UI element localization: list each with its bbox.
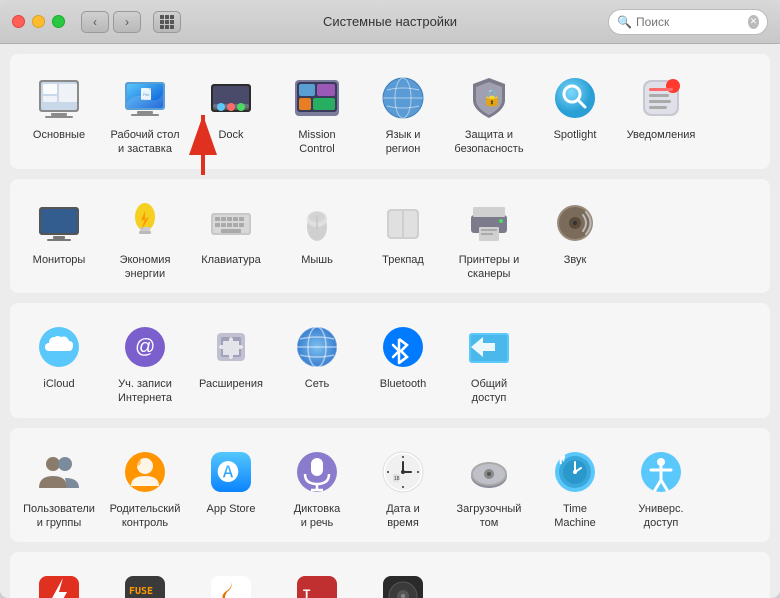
icon-item-datetime[interactable]: 18 Дата ивремя: [362, 440, 444, 535]
back-button[interactable]: ‹: [81, 11, 109, 33]
icon-label-datetime: Дата ивремя: [386, 502, 420, 531]
icon-item-sound[interactable]: Звук: [534, 191, 616, 286]
svg-text:FUSE: FUSE: [129, 586, 153, 597]
section1-grid: Основные: [18, 66, 762, 161]
section-personal: Основные: [10, 54, 770, 169]
icon-item-bluetooth[interactable]: Bluetooth: [362, 315, 444, 410]
icon-label-startup: Загрузочныйтом: [457, 502, 522, 531]
icon-item-osnovy[interactable]: Основные: [18, 66, 100, 161]
icon-label-dictation: Диктовкаи речь: [294, 502, 341, 531]
section3-grid: iCloud @ Уч. записиИнтернета: [18, 315, 762, 410]
icon-label-notifications: Уведомления: [627, 128, 696, 142]
icon-label-dock: Dock: [218, 128, 243, 142]
icon-item-trackpad[interactable]: Трекпад: [362, 191, 444, 286]
search-input[interactable]: [636, 15, 748, 29]
icon-item-timemachine[interactable]: TimeMachine: [534, 440, 616, 535]
icon-label-appstore: App Store: [207, 502, 256, 516]
icon-item-energy[interactable]: Экономияэнергии: [104, 191, 186, 286]
icon-item-startup[interactable]: Загрузочныйтом: [448, 440, 530, 535]
icon-item-dock[interactable]: Dock: [190, 66, 272, 161]
icon-item-appstore[interactable]: 🅐 App Store: [190, 440, 272, 535]
icon-item-printers[interactable]: Принтеры исканеры: [448, 191, 530, 286]
svg-text:@: @: [135, 336, 155, 358]
icon-item-tuxera[interactable]: T NTFS Tuxera NTFS: [276, 564, 358, 598]
grid-button[interactable]: [153, 11, 181, 33]
icon-item-parental[interactable]: Родительскийконтроль: [104, 440, 186, 535]
icon-item-monitors[interactable]: Мониторы: [18, 191, 100, 286]
icon-label-energy: Экономияэнергии: [120, 253, 171, 282]
icon-item-users[interactable]: Пользователии группы: [18, 440, 100, 535]
icon-label-bluetooth: Bluetooth: [380, 377, 426, 391]
section-hardware: Мониторы Экономияэнергии: [10, 179, 770, 294]
icon-item-dictation[interactable]: Диктовкаи речь: [276, 440, 358, 535]
svg-text:🅐: 🅐: [217, 460, 239, 485]
icon-item-language[interactable]: Язык ирегион: [362, 66, 444, 161]
search-clear-button[interactable]: ✕: [748, 15, 759, 29]
icon-label-printers: Принтеры исканеры: [459, 253, 520, 282]
icon-label-parental: Родительскийконтроль: [110, 502, 181, 531]
icon-item-extensions[interactable]: Расширения: [190, 315, 272, 410]
icon-label-monitors: Мониторы: [33, 253, 86, 267]
icon-item-vox[interactable]: VOX Vox: [362, 564, 444, 598]
svg-text:T: T: [303, 587, 311, 598]
icon-item-security[interactable]: 🔒 Защита ибезопасность: [448, 66, 530, 161]
icon-label-accounts: Уч. записиИнтернета: [118, 377, 172, 406]
svg-text:File: File: [143, 92, 150, 97]
icon-item-notifications[interactable]: Уведомления: [620, 66, 702, 161]
icon-label-trackpad: Трекпад: [382, 253, 424, 267]
icon-item-sharing[interactable]: Общийдоступ: [448, 315, 530, 410]
icon-item-flash[interactable]: Flash Player: [18, 564, 100, 598]
svg-text:18: 18: [394, 476, 400, 482]
titlebar: ‹ › Системные настройки: [0, 0, 780, 44]
icon-label-timemachine: TimeMachine: [554, 502, 596, 531]
icon-label-sound: Звук: [564, 253, 587, 267]
icon-label-mission: MissionControl: [298, 128, 335, 157]
icon-item-spotlight[interactable]: Spotlight: [534, 66, 616, 161]
icon-label-sharing: Общийдоступ: [471, 377, 507, 406]
icon-item-java[interactable]: Java: [190, 564, 272, 598]
search-bar[interactable]: 🔍 ✕: [608, 9, 768, 35]
section5-grid: Flash Player FUSE for OSX FUSE for OS X: [18, 564, 762, 598]
svg-text:🔒: 🔒: [482, 89, 502, 107]
icon-label-osnovy: Основные: [33, 128, 85, 142]
icon-label-network: Сеть: [305, 377, 329, 391]
window-title: Системные настройки: [323, 14, 457, 29]
icon-item-mouse[interactable]: Мышь: [276, 191, 358, 286]
svg-text:New: New: [142, 98, 149, 102]
forward-button[interactable]: ›: [113, 11, 141, 33]
icon-item-desktop[interactable]: File New Рабочий столи заставка: [104, 66, 186, 161]
section-internet: iCloud @ Уч. записиИнтернета: [10, 303, 770, 418]
section2-grid: Мониторы Экономияэнергии: [18, 191, 762, 286]
section-other: Flash Player FUSE for OSX FUSE for OS X: [10, 552, 770, 598]
maximize-button[interactable]: [52, 15, 65, 28]
main-window: ‹ › Системные настройки: [0, 0, 780, 598]
traffic-lights: [12, 15, 65, 28]
icon-label-keyboard: Клавиатура: [201, 253, 261, 267]
section4-grid: Пользователии группы Родительскийконтрол…: [18, 440, 762, 535]
icon-item-keyboard[interactable]: Клавиатура: [190, 191, 272, 286]
icon-item-universal[interactable]: Универс.доступ: [620, 440, 702, 535]
icon-item-network[interactable]: Сеть: [276, 315, 358, 410]
icon-label-security: Защита ибезопасность: [454, 128, 523, 157]
icon-item-mission[interactable]: MissionControl: [276, 66, 358, 161]
close-button[interactable]: [12, 15, 25, 28]
icon-item-icloud[interactable]: iCloud: [18, 315, 100, 410]
icon-label-desktop: Рабочий столи заставка: [110, 128, 179, 157]
search-icon: 🔍: [617, 15, 632, 29]
content-area: Основные: [0, 44, 780, 598]
icon-label-icloud: iCloud: [43, 377, 74, 391]
section-system: Пользователии группы Родительскийконтрол…: [10, 428, 770, 543]
minimize-button[interactable]: [32, 15, 45, 28]
icon-item-accounts[interactable]: @ Уч. записиИнтернета: [104, 315, 186, 410]
icon-label-universal: Универс.доступ: [638, 502, 683, 531]
icon-label-users: Пользователии группы: [23, 502, 95, 531]
nav-buttons: ‹ ›: [81, 11, 181, 33]
icon-label-spotlight: Spotlight: [554, 128, 597, 142]
icon-item-fuse[interactable]: FUSE for OSX FUSE for OS X: [104, 564, 186, 598]
icon-label-extensions: Расширения: [199, 377, 263, 391]
icon-label-mouse: Мышь: [301, 253, 333, 267]
icon-label-language: Язык ирегион: [386, 128, 421, 157]
